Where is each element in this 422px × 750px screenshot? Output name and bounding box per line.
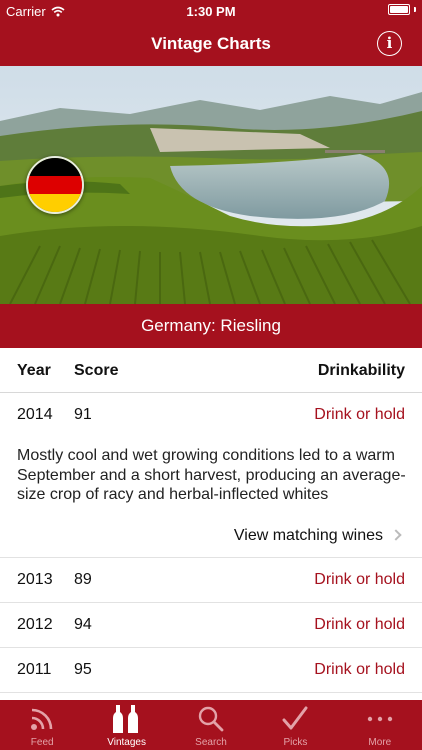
tab-search[interactable]: Search [169, 700, 253, 750]
tab-vintages-label: Vintages [107, 737, 146, 748]
status-time: 1:30 PM [186, 4, 236, 19]
tab-bar: Feed Vintages Search Picks More [0, 700, 422, 750]
hero-image [0, 66, 422, 304]
region-title: Germany: Riesling [0, 304, 422, 348]
header-score: Score [74, 362, 119, 379]
more-icon [367, 716, 393, 722]
row-drinkability: Drink or hold [314, 406, 405, 423]
search-icon [198, 706, 224, 732]
tab-more[interactable]: More [338, 700, 422, 750]
info-icon[interactable]: i [377, 31, 402, 56]
table-row[interactable]: 2012 94 Drink or hold [0, 603, 422, 648]
vintage-description: Mostly cool and wet growing conditions l… [17, 447, 406, 503]
table-row[interactable]: 2011 95 Drink or hold [0, 648, 422, 693]
tab-vintages[interactable]: Vintages [84, 700, 168, 750]
row-score: 95 [74, 661, 92, 678]
table-row-expanded[interactable]: 2014 91 Drink or hold [0, 393, 422, 438]
row-year: 2013 [17, 571, 53, 588]
view-matching-wines-link[interactable]: View matching wines [0, 514, 422, 558]
row-year: 2014 [17, 406, 53, 423]
row-score: 91 [74, 406, 92, 423]
chevron-right-icon [390, 529, 402, 541]
view-matching-wines-label: View matching wines [233, 527, 383, 544]
table-row[interactable]: 2013 89 Drink or hold [0, 558, 422, 603]
tab-picks[interactable]: Picks [253, 700, 337, 750]
bottles-icon [112, 705, 138, 733]
row-year: 2011 [17, 661, 52, 678]
checkmark-icon [282, 706, 308, 730]
row-score: 89 [74, 571, 92, 588]
table-header: Year Score Drinkability [0, 348, 422, 393]
row-drinkability: Drink or hold [314, 661, 405, 678]
feed-icon [31, 708, 53, 730]
page-title: Vintage Charts [151, 34, 271, 53]
header-year: Year [17, 362, 51, 379]
tab-feed[interactable]: Feed [0, 700, 84, 750]
row-drinkability: Drink or hold [314, 571, 405, 588]
tab-feed-label: Feed [30, 737, 54, 748]
battery-icon [388, 4, 416, 15]
row-score: 94 [74, 616, 92, 633]
status-bar: Carrier 1:30 PM [0, 0, 422, 22]
germany-flag-icon [26, 156, 84, 214]
flag-stripe-red [28, 176, 82, 194]
tab-more-label: More [368, 737, 392, 748]
tab-search-label: Search [195, 737, 227, 748]
tab-picks-label: Picks [283, 737, 308, 748]
navigation-bar: Vintage Charts i [0, 22, 422, 66]
header-drinkability: Drinkability [317, 362, 405, 379]
row-drinkability: Drink or hold [314, 616, 405, 633]
row-year: 2012 [17, 616, 53, 633]
